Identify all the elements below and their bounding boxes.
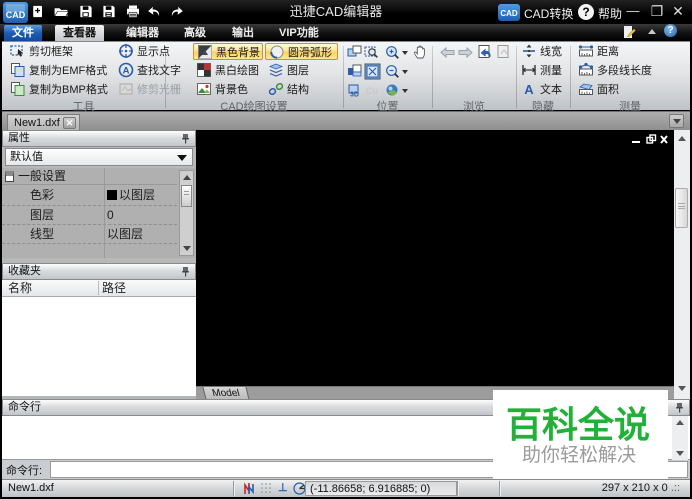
svg-text:A: A	[123, 66, 130, 77]
svg-text:A: A	[524, 82, 534, 97]
svg-text:3D: 3D	[350, 92, 359, 99]
svg-text:Cu: Cu	[366, 86, 378, 96]
